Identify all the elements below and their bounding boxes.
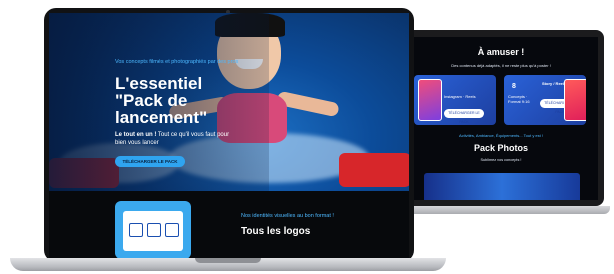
photo-preview	[424, 173, 580, 200]
logos-kicker: Nos identités visuelles au bon format !	[241, 213, 334, 219]
hero-title: L'essentiel "Pack de lancement"	[115, 74, 208, 127]
instagram-pack-card[interactable]: Instagram · Reels TÉLÉCHARGER LE PACK	[414, 75, 496, 125]
hero-description-bold: Le tout en un !	[115, 132, 157, 138]
concept-count: 8	[512, 83, 516, 90]
back-title: À amuser !	[477, 47, 525, 57]
phone-mockup-icon	[418, 79, 442, 121]
story-reel-card[interactable]: 8 Concepts · Format 9:16 Story / Reel TÉ…	[504, 75, 586, 125]
back-description: Activités, Ambiance, Équipements... Tout…	[459, 133, 543, 138]
back-laptop-base	[392, 206, 610, 214]
back-laptop-screen: À amuser ! Des contenus déjà adaptés, il…	[404, 37, 598, 200]
front-laptop-notch	[195, 258, 261, 263]
photos-subtitle: Sublimez vos concepts !	[480, 158, 522, 162]
logo-mark-icon	[129, 223, 143, 237]
back-laptop: À amuser ! Des contenus déjà adaptés, il…	[392, 30, 610, 216]
logo-mark-icon	[165, 223, 179, 237]
phone-mockup-icon	[564, 79, 586, 121]
hero-kicker: Vos concepts filmés et photographiés par…	[115, 59, 239, 65]
download-pack-button[interactable]: TÉLÉCHARGER LE PACK	[444, 109, 484, 124]
back-subtitle: Des contenus déjà adaptés, il ne reste p…	[451, 63, 551, 68]
logo-preview	[123, 211, 183, 251]
card-label: Concepts · Format 9:16	[508, 94, 530, 104]
logo-preview-frame	[115, 201, 191, 259]
hero-description: Le tout en un ! Tout ce qu'il vous faut …	[115, 131, 235, 147]
logo-mark-icon	[147, 223, 161, 237]
logos-title: Tous les logos	[241, 226, 311, 237]
red-float	[339, 153, 409, 187]
card-label: Instagram · Reels	[444, 94, 476, 99]
front-laptop-screen: Vos concepts filmés et photographiés par…	[49, 13, 409, 259]
photos-title: Pack Photos	[473, 143, 529, 153]
logos-section: Nos identités visuelles au bon format ! …	[49, 191, 409, 259]
download-pack-button[interactable]: TÉLÉCHARGER LE PACK	[115, 156, 185, 167]
